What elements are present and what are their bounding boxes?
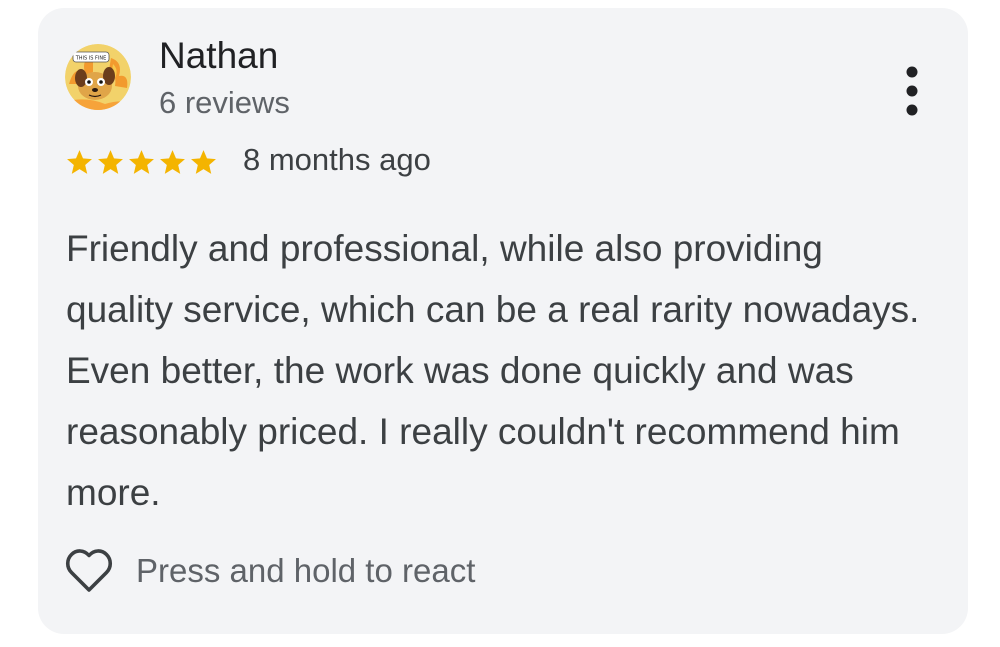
review-card: THIS IS FINE Nathan 6 reviews 8 months a… [38,8,968,634]
star-rating [65,145,220,179]
reviewer-review-count[interactable]: 6 reviews [159,84,290,122]
avatar[interactable]: THIS IS FINE [65,44,131,110]
star-icon [160,149,185,174]
star-icon [191,149,216,174]
svg-text:THIS IS FINE: THIS IS FINE [75,56,107,62]
reviewer-name[interactable]: Nathan [159,34,278,78]
review-text: Friendly and professional, while also pr… [66,228,920,513]
react-button[interactable]: Press and hold to react [65,546,475,596]
heart-outline-icon [65,549,113,592]
this-is-fine-dog-avatar-icon: THIS IS FINE [65,44,131,110]
star-icon [129,149,154,174]
more-options-button[interactable] [894,64,930,118]
star-icon [67,149,92,174]
react-prompt-label: Press and hold to react [136,552,476,589]
more-vert-icon [906,66,918,116]
review-date: 8 months ago [243,142,431,177]
star-icon [98,149,123,174]
